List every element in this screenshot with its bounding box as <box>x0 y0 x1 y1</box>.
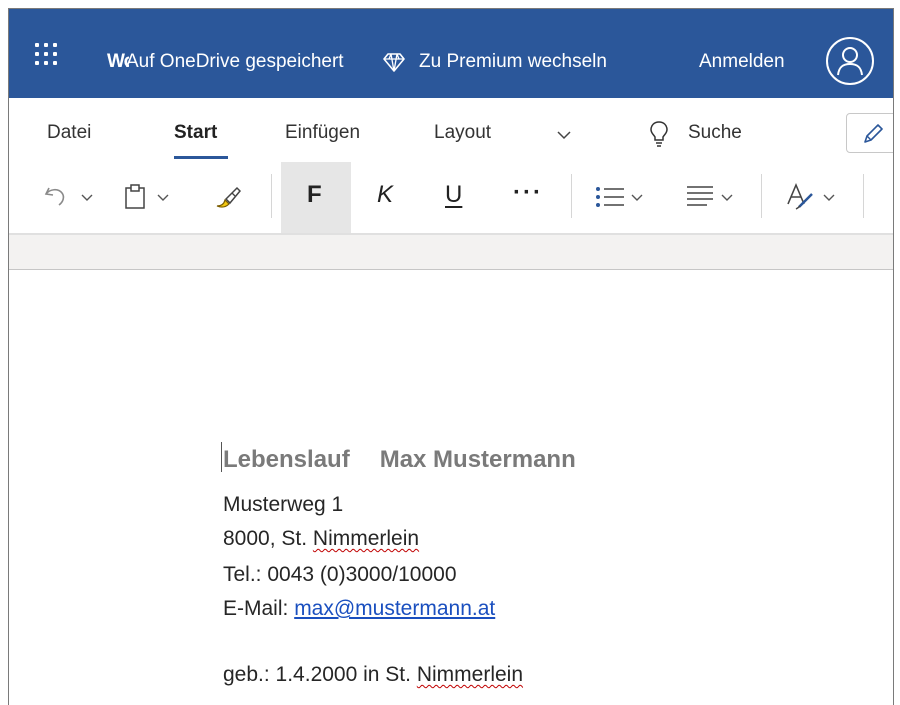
editing-mode-button[interactable] <box>846 113 893 153</box>
ribbon-shadow <box>9 233 893 235</box>
chevron-down-icon <box>721 194 733 201</box>
tab-einfuegen[interactable]: Einfügen <box>285 122 360 144</box>
more-label: ··· <box>513 179 543 206</box>
premium-upgrade-link[interactable]: Zu Premium wechseln <box>419 52 607 72</box>
styles-button[interactable] <box>785 162 851 233</box>
toolbar-divider <box>863 174 864 218</box>
align-left-icon <box>687 186 713 206</box>
email-label: E-Mail: <box>223 597 289 620</box>
heading-prefix: Lebenslauf <box>223 446 350 473</box>
paste-button[interactable] <box>123 162 181 233</box>
sign-in-link[interactable]: Anmelden <box>699 52 785 72</box>
italic-button[interactable]: K <box>365 162 405 233</box>
ribbon-footer <box>9 233 893 270</box>
search-label[interactable]: Suche <box>688 122 742 144</box>
underline-button[interactable]: U <box>437 162 477 233</box>
document-heading[interactable]: Lebenslauf Max Mustermann <box>223 446 576 474</box>
person-icon <box>837 47 863 76</box>
email-line[interactable]: E-Mail: max@mustermann.at <box>223 596 495 622</box>
text-cursor <box>221 442 222 472</box>
undo-icon <box>44 187 65 206</box>
toolbar-divider <box>571 174 572 218</box>
city-prefix: 8000, St. <box>223 527 308 550</box>
birth-line[interactable]: geb.: 1.4.2000 in St. Nimmerlein <box>223 662 523 688</box>
italic-label: K <box>377 181 394 208</box>
active-tab-indicator <box>174 156 228 159</box>
document-save-status[interactable]: Auf OneDrive gespeichert <box>126 52 348 72</box>
format-painter-button[interactable] <box>209 162 249 233</box>
bullet-list-icon <box>596 187 624 207</box>
bold-label: F <box>307 181 322 208</box>
more-formatting-button[interactable]: ··· <box>507 162 553 233</box>
city-name: Nimmerlein <box>312 527 420 550</box>
bullets-button[interactable] <box>595 162 655 233</box>
text-style-icon <box>787 182 813 210</box>
diamond-icon[interactable] <box>383 51 405 73</box>
avatar[interactable] <box>826 37 874 85</box>
chevron-down-icon <box>631 194 643 201</box>
bold-button[interactable]: F <box>281 162 351 233</box>
title-bar: Word Auf OneDrive gespeichert Zu Premium… <box>9 9 893 98</box>
heading-name: Max Mustermann <box>379 446 576 473</box>
pencil-icon <box>864 124 883 143</box>
chevron-down-icon[interactable] <box>557 130 571 140</box>
chevron-down-icon <box>81 194 93 201</box>
paintbrush-icon <box>216 186 241 208</box>
address-street[interactable]: Musterweg 1 <box>223 492 343 518</box>
lightbulb-icon[interactable] <box>649 120 669 148</box>
app-launcher-icon[interactable] <box>35 43 57 65</box>
document-canvas[interactable]: Lebenslauf Max Mustermann Musterweg 1 800… <box>9 270 893 705</box>
ribbon-tabs: Datei Start Einfügen Layout Suche <box>9 98 893 162</box>
tab-layout[interactable]: Layout <box>434 122 491 144</box>
home-toolbar: F K U ··· <box>9 162 893 233</box>
chevron-down-icon <box>157 194 169 201</box>
align-button[interactable] <box>685 162 745 233</box>
birth-prefix: geb.: 1.4.2000 in St. <box>223 663 411 686</box>
phone-line[interactable]: Tel.: 0043 (0)3000/10000 <box>223 562 457 588</box>
toolbar-divider <box>761 174 762 218</box>
toolbar-divider <box>271 174 272 218</box>
chevron-down-icon <box>823 194 835 201</box>
tab-start[interactable]: Start <box>174 122 217 144</box>
underline-label: U <box>445 181 463 208</box>
address-city[interactable]: 8000, St. Nimmerlein <box>223 526 419 552</box>
tab-datei[interactable]: Datei <box>47 122 91 144</box>
birth-place: Nimmerlein <box>416 663 524 686</box>
undo-button[interactable] <box>37 162 109 233</box>
clipboard-icon <box>125 184 145 209</box>
email-link[interactable]: max@mustermann.at <box>294 597 495 620</box>
word-window: Word Auf OneDrive gespeichert Zu Premium… <box>8 8 894 705</box>
